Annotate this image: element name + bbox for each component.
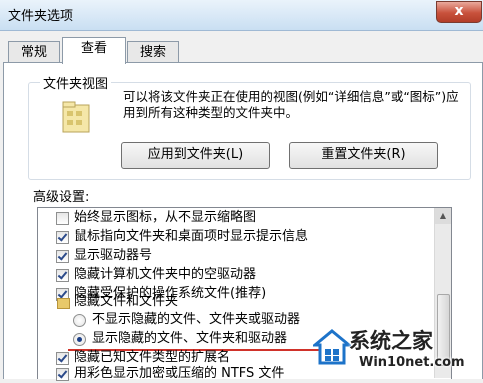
checkbox-always-show-icons[interactable] (56, 212, 69, 225)
watermark-url: Win10net.com (359, 355, 465, 370)
title-bar: 文件夹选项 x (0, 0, 483, 31)
scroll-up-icon[interactable]: ▲ (435, 208, 451, 224)
checkbox-show-popup-description[interactable] (56, 231, 69, 244)
close-icon: x (454, 3, 464, 19)
list-item: 始终显示图标，从不显示缩略图 (74, 210, 257, 225)
tab-view[interactable]: 查看 (62, 37, 126, 64)
radio-dont-show-hidden[interactable] (73, 314, 86, 327)
tab-general[interactable]: 常规 (8, 41, 60, 64)
list-item: 不显示隐藏的文件、文件夹或驱动器 (92, 312, 301, 327)
list-item: 显示驱动器号 (74, 248, 153, 263)
folder-views-label: 文件夹视图 (40, 73, 112, 92)
folder-options-icon (62, 101, 90, 133)
checkbox-hide-empty-drives[interactable] (56, 269, 69, 282)
button-label: 重置文件夹(R) (321, 147, 406, 162)
tab-search[interactable]: 搜索 (127, 41, 179, 64)
house-logo-icon (313, 329, 351, 365)
advanced-settings-label: 高级设置: (33, 190, 90, 205)
tab-label: 搜索 (139, 45, 166, 60)
list-item: 鼠标指向文件夹和桌面项时显示提示信息 (74, 229, 309, 244)
radio-show-hidden[interactable] (73, 333, 86, 346)
button-label: 应用到文件夹(L) (147, 147, 244, 162)
watermark: 系统之家 Win10net.com (309, 321, 483, 378)
list-item: 隐藏计算机文件夹中的空驱动器 (74, 267, 257, 282)
checkbox-color-ntfs[interactable] (56, 368, 69, 381)
watermark-title: 系统之家 (349, 329, 433, 353)
tab-label: 查看 (80, 41, 107, 56)
list-item: 用彩色显示加密或压缩的 NTFS 文件 (74, 366, 285, 381)
window-title: 文件夹选项 (8, 9, 74, 24)
tab-label: 常规 (20, 45, 47, 60)
list-item: 显示隐藏的文件、文件夹和驱动器 (92, 331, 288, 346)
folder-views-description: 可以将该文件夹正在使用的视图(例如“详细信息”或“图标”)应用到所有这种类型的文… (123, 89, 459, 120)
checkbox-hide-extensions[interactable] (56, 352, 69, 365)
list-item-group: 隐藏文件和文件夹 (74, 294, 179, 309)
reset-folders-button[interactable]: 重置文件夹(R) (289, 142, 438, 169)
checkbox-show-drive-letters[interactable] (56, 250, 69, 263)
apply-to-folders-button[interactable]: 应用到文件夹(L) (121, 142, 270, 169)
close-button[interactable]: x (436, 1, 482, 23)
folder-icon (57, 298, 70, 309)
